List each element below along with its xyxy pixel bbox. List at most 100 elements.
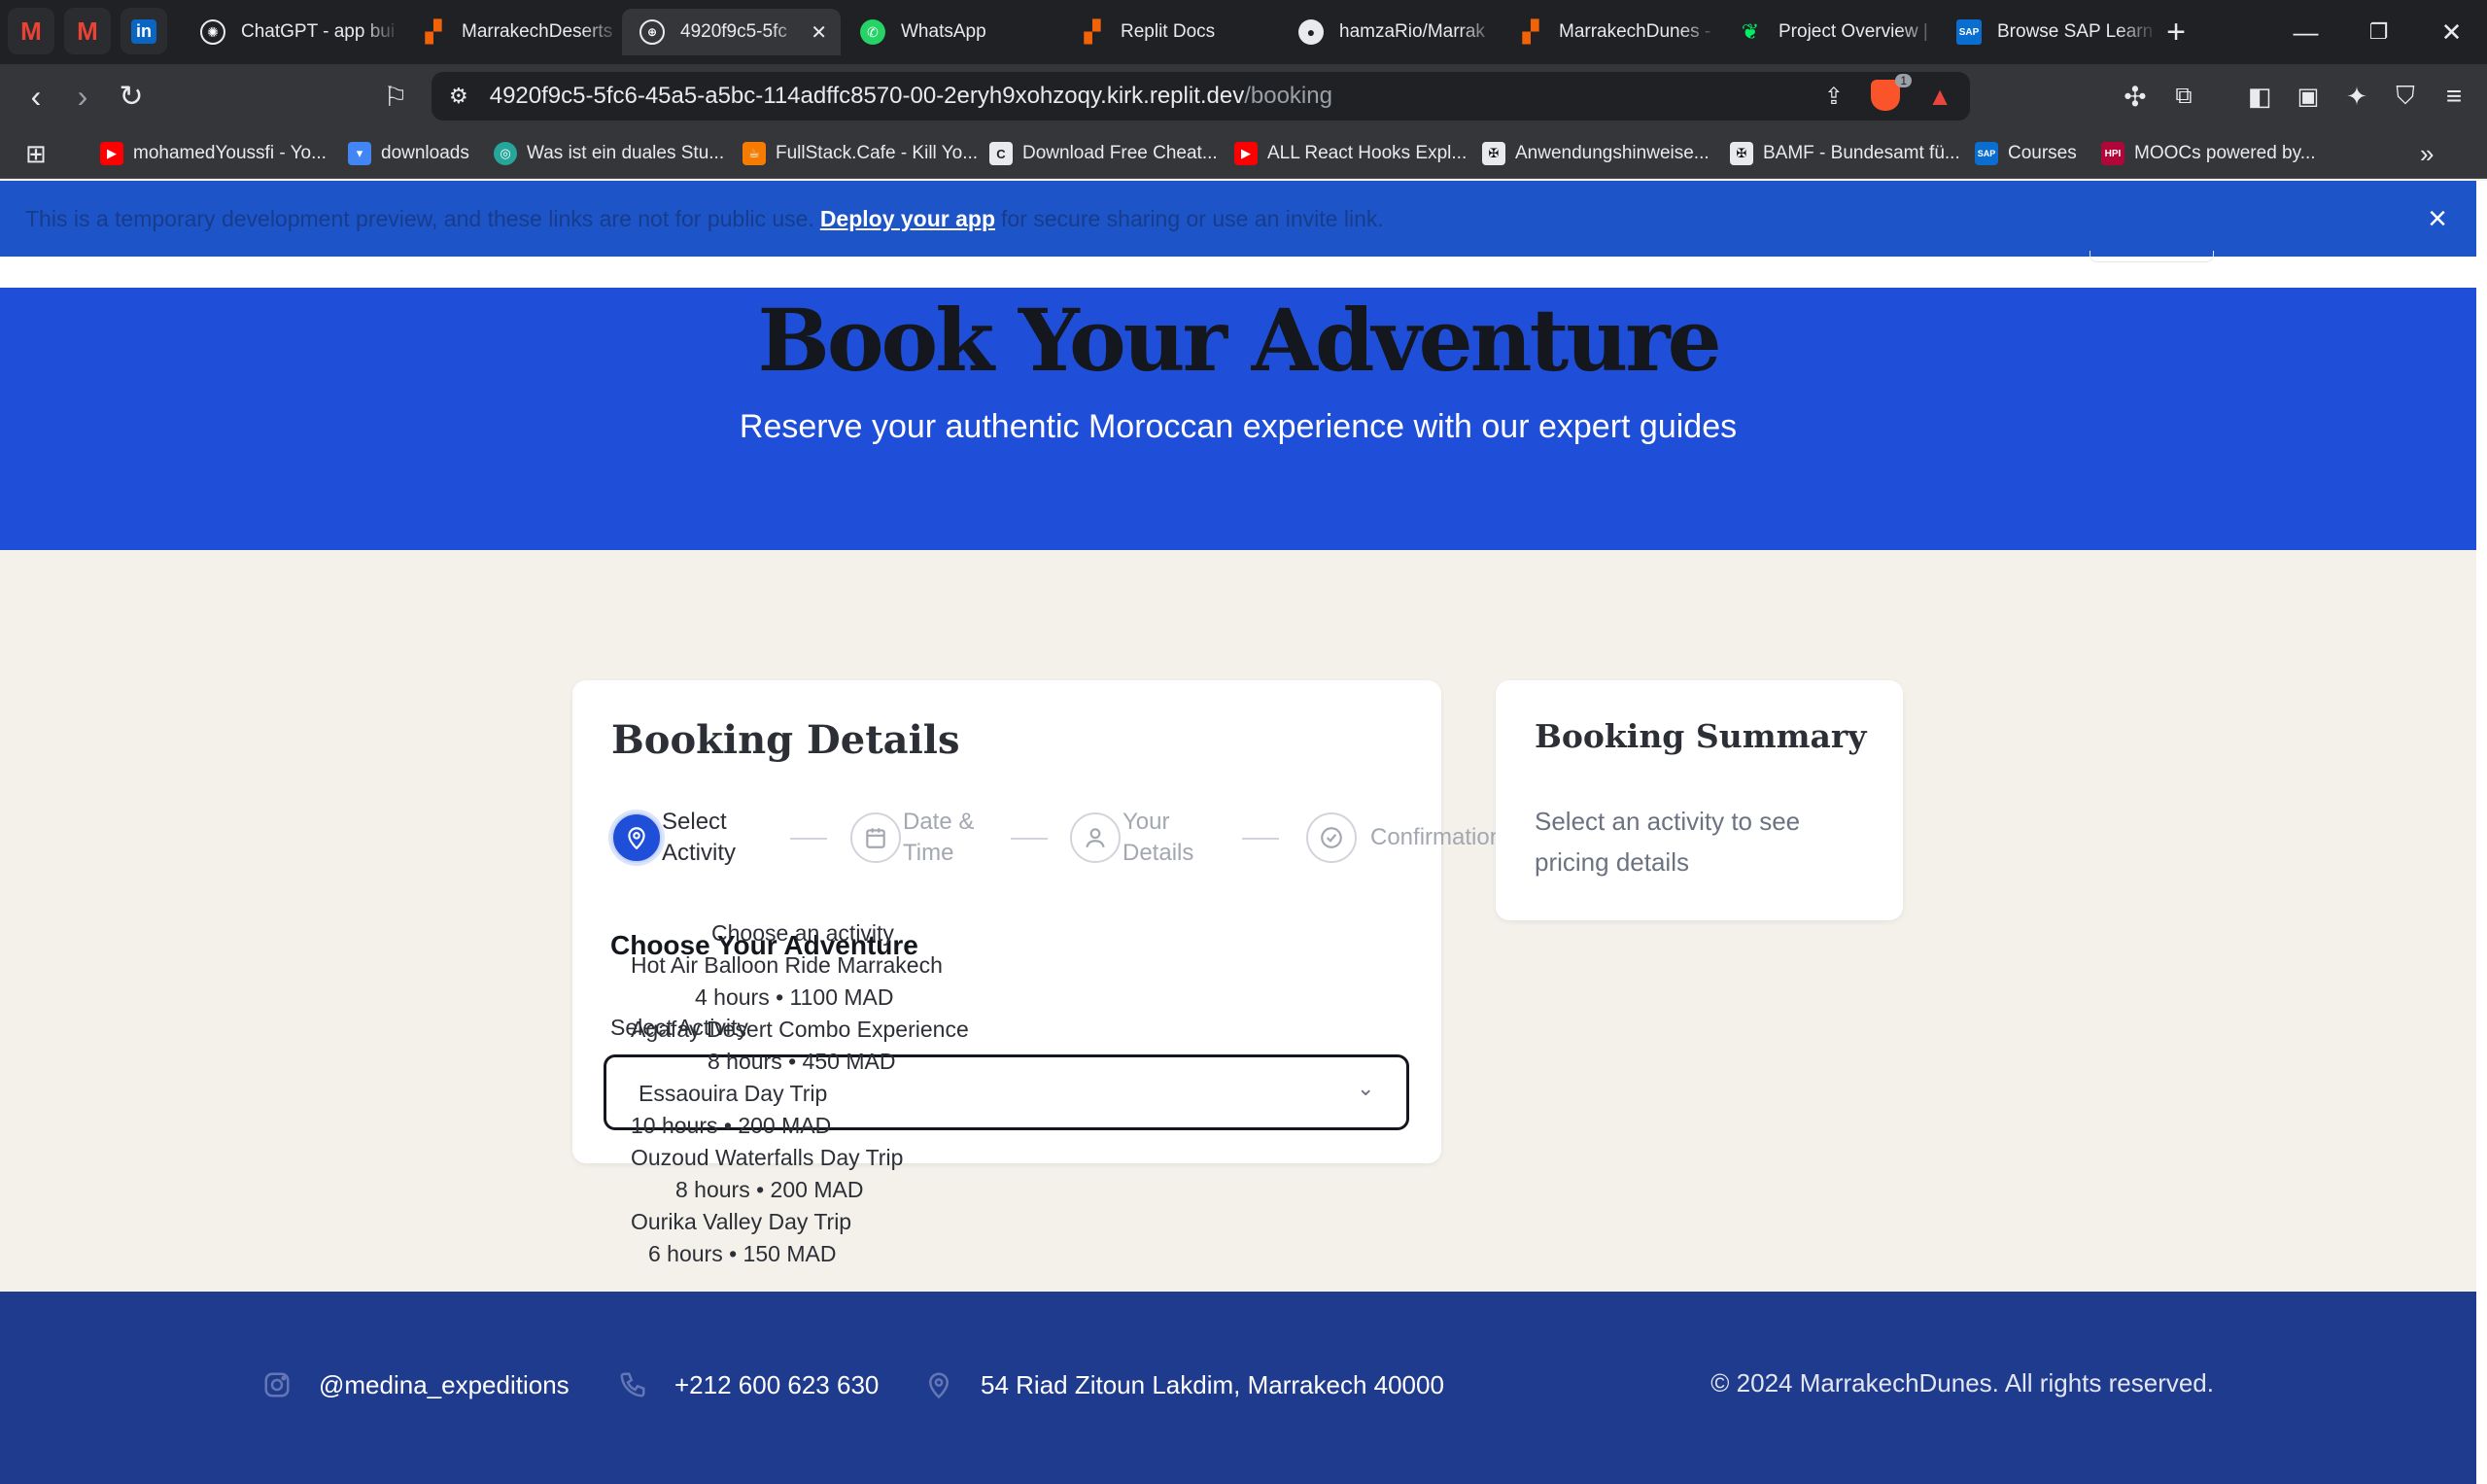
select-placeholder[interactable]: Choose an activity xyxy=(711,920,894,947)
tab-marrakech-dunes[interactable]: ▞ MarrakechDunes - xyxy=(1501,9,1719,55)
close-icon[interactable]: × xyxy=(2428,200,2447,238)
vpn-shield-icon[interactable]: ⛉ xyxy=(2383,74,2428,119)
banner-text-after: for secure sharing or use an invite link… xyxy=(1001,205,1384,231)
minimize-window-button[interactable]: — xyxy=(2269,0,2342,64)
bookmark-item[interactable]: ◎ Was ist ein duales Stu... xyxy=(494,140,724,167)
brave-rewards-icon[interactable]: ▲ xyxy=(1927,82,1952,112)
bookmark-item[interactable]: HPI MOOCs powered by... xyxy=(2101,140,2316,167)
gmail-pinned-tab-2[interactable]: M xyxy=(64,8,111,54)
restore-window-button[interactable]: ❐ xyxy=(2342,0,2415,64)
bookmark-item[interactable]: ▾ downloads xyxy=(348,140,469,167)
linkedin-pinned-tab[interactable]: in xyxy=(121,8,167,54)
bookmark-item[interactable]: ▶ ALL React Hooks Expl... xyxy=(1234,140,1467,167)
activity-option-name[interactable]: Hot Air Balloon Ride Marrakech xyxy=(631,952,943,979)
step-your-details[interactable] xyxy=(1070,812,1121,863)
activity-option-name[interactable]: Agafay Desert Combo Experience xyxy=(631,1017,969,1043)
navbar-strip xyxy=(0,251,2476,288)
address-bar[interactable]: ⚙ 4920f9c5-5fc6-45a5-a5bc-114adffc8570-0… xyxy=(432,72,1970,121)
step-confirmation[interactable] xyxy=(1306,812,1357,863)
tab-active-booking[interactable]: ⊕ 4920f9c5-5fc ✕ xyxy=(622,9,841,55)
site-info-icon[interactable]: ⚙ xyxy=(449,84,468,109)
extensions-icon[interactable]: ✣ xyxy=(2113,74,2158,119)
new-tab-button[interactable]: + xyxy=(2142,0,2210,64)
tab-project-overview[interactable]: ❦ Project Overview | xyxy=(1720,9,1939,55)
gmail-icon: M xyxy=(20,16,42,46)
close-window-button[interactable]: ✕ xyxy=(2415,0,2487,64)
globe-icon: ⊕ xyxy=(639,19,665,45)
youtube-icon: ▶ xyxy=(100,142,123,165)
page-scrollbar[interactable] xyxy=(2476,181,2487,1484)
instagram-icon xyxy=(260,1368,294,1401)
step-select-activity[interactable] xyxy=(611,812,662,863)
gmail-pinned-tab-1[interactable]: M xyxy=(8,8,54,54)
whatsapp-icon: ✆ xyxy=(860,19,885,45)
bookmark-item[interactable]: SAP Courses xyxy=(1975,140,2077,167)
linkedin-icon: in xyxy=(131,18,156,44)
bookmark-item[interactable]: ✠ Anwendungshinweise... xyxy=(1482,140,1710,167)
youtube-icon: ▶ xyxy=(1234,142,1258,165)
activity-option-meta: 4 hours • 1100 MAD xyxy=(695,984,894,1010)
user-icon xyxy=(1086,828,1105,848)
apps-grid-icon[interactable]: ⊞ xyxy=(25,139,47,168)
menu-icon[interactable]: ≡ xyxy=(2432,74,2476,119)
reader-mode-icon[interactable]: ⧉ xyxy=(2161,74,2206,119)
tab-github[interactable]: ● hamzaRio/Marrak xyxy=(1281,9,1500,55)
calendar-icon xyxy=(866,828,885,848)
step-label-select-activity: Select Activity xyxy=(662,809,737,866)
summary-empty-text: Select an activity to see pricing detail… xyxy=(1535,807,1801,877)
activity-option-meta: 6 hours • 150 MAD xyxy=(648,1241,837,1266)
tab-whatsapp[interactable]: ✆ WhatsApp xyxy=(843,9,1061,55)
booking-details-title: Booking Details xyxy=(611,717,960,763)
bookmark-item[interactable]: ▶ mohamedYoussfi - Yo... xyxy=(100,140,327,167)
step-label-date-time: Date & Time xyxy=(903,809,975,866)
brave-shields-badge: 1 xyxy=(1895,74,1912,87)
footer-instagram[interactable]: @medina_expeditions xyxy=(260,1368,570,1401)
bookmark-item[interactable]: ✠ BAMF - Bundesamt fü... xyxy=(1730,140,1960,167)
folder-icon: ▾ xyxy=(348,142,371,165)
close-tab-icon[interactable]: ✕ xyxy=(811,20,827,45)
replit-error-icon: ▞ xyxy=(1522,19,1539,44)
step-date-time[interactable] xyxy=(850,812,901,863)
check-circle-icon xyxy=(1321,827,1342,848)
wallet-icon[interactable]: ▣ xyxy=(2286,74,2331,119)
cafe-icon: ☕ xyxy=(743,142,766,165)
booking-summary-card: Booking Summary Select an activity to se… xyxy=(1496,680,1903,920)
mongodb-icon: ❦ xyxy=(1741,19,1760,44)
activity-option-name[interactable]: Ourika Valley Day Trip xyxy=(631,1209,851,1235)
share-icon[interactable]: ⇪ xyxy=(1824,83,1844,111)
tab-replit-docs[interactable]: ▞ Replit Docs xyxy=(1062,9,1281,55)
tab-marrakech-deserts[interactable]: ▞ MarrakechDeserts xyxy=(403,9,622,55)
activity-option-name[interactable]: Essaouira Day Trip xyxy=(639,1081,827,1107)
step-label-confirmation: Confirmation xyxy=(1370,824,1503,850)
globe-icon: ◎ xyxy=(494,142,517,165)
activity-option-meta: 8 hours • 450 MAD xyxy=(708,1049,896,1074)
more-bookmarks-icon[interactable]: » xyxy=(2420,139,2434,168)
bookmark-icon[interactable]: ⚐ xyxy=(373,74,418,119)
activity-option-meta: 10 hours • 200 MAD xyxy=(631,1113,832,1138)
site-footer: @medina_expeditions +212 600 623 630 54 … xyxy=(0,1292,2476,1484)
leo-ai-icon[interactable]: ✦ xyxy=(2334,74,2379,119)
sap-icon: SAP xyxy=(1975,142,1998,165)
replit-icon: ▞ xyxy=(1084,19,1101,44)
back-icon[interactable]: ‹ xyxy=(14,74,58,119)
map-pin-icon xyxy=(628,827,645,850)
forward-icon[interactable]: › xyxy=(60,74,105,119)
deploy-app-link[interactable]: Deploy your app xyxy=(820,206,995,232)
activity-option-name[interactable]: Ouzoud Waterfalls Day Trip xyxy=(631,1145,903,1171)
tab-chatgpt[interactable]: ✺ ChatGPT - app bui xyxy=(183,9,401,55)
banner-text: This is a temporary development preview,… xyxy=(25,205,814,231)
step-label-your-details: Your Details xyxy=(1123,809,1194,866)
tab-sap-learning[interactable]: SAP Browse SAP Learn xyxy=(1939,9,2158,55)
gmail-icon: M xyxy=(77,16,98,46)
hpi-icon: HPI xyxy=(2101,142,2124,165)
bookmark-item[interactable]: C Download Free Cheat... xyxy=(989,140,1218,167)
footer-phone[interactable]: +212 600 623 630 xyxy=(616,1368,879,1401)
nav-button-edge[interactable] xyxy=(2090,251,2214,262)
reload-icon[interactable]: ↻ xyxy=(109,74,154,119)
replit-icon: ▞ xyxy=(425,19,442,44)
eagle-icon: ✠ xyxy=(1730,142,1753,165)
sidebar-icon[interactable]: ◧ xyxy=(2237,74,2282,119)
step-divider xyxy=(790,838,827,840)
bookmark-item[interactable]: ☕ FullStack.Cafe - Kill Yo... xyxy=(743,140,978,167)
hero-section: Book Your Adventure Reserve your authent… xyxy=(0,288,2476,550)
